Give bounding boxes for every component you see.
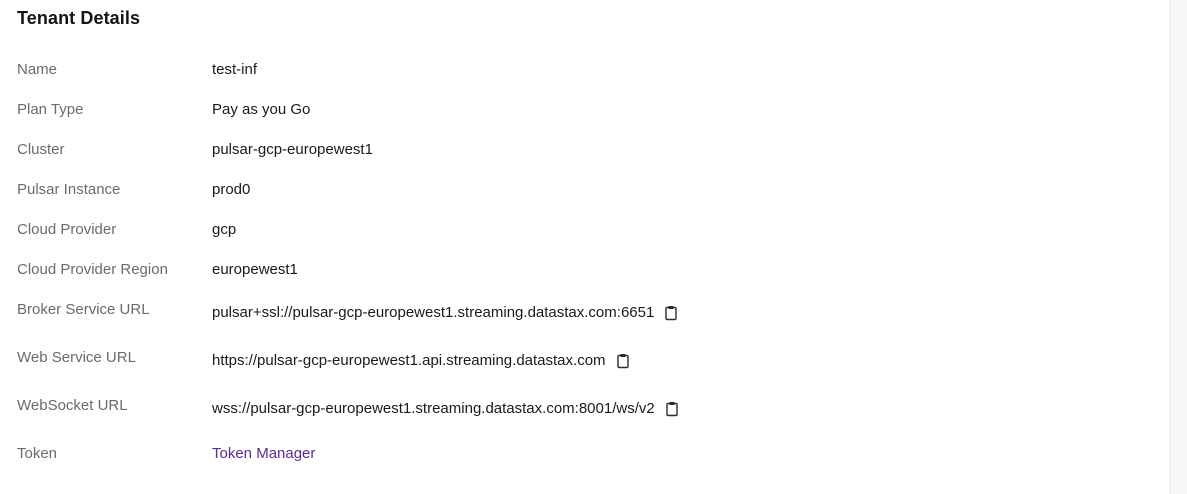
detail-row-websocket-url: WebSocket URL wss://pulsar-gcp-europewes… bbox=[17, 396, 1117, 420]
pulsar-instance-label: Pulsar Instance bbox=[17, 181, 121, 198]
web-service-url-value-group: https://pulsar-gcp-europewest1.api.strea… bbox=[212, 351, 631, 371]
websocket-url-value: wss://pulsar-gcp-europewest1.streaming.d… bbox=[212, 400, 655, 417]
token-value: Token Manager bbox=[212, 444, 315, 464]
broker-service-url-value: pulsar+ssl://pulsar-gcp-europewest1.stre… bbox=[212, 304, 655, 321]
web-service-url-label: Web Service URL bbox=[17, 349, 136, 366]
name-value: test-inf bbox=[212, 61, 258, 78]
cloud-provider-label: Cloud Provider bbox=[17, 221, 117, 238]
plan-type-label: Plan Type bbox=[17, 101, 84, 118]
cloud-provider-region-label: Cloud Provider Region bbox=[17, 261, 168, 278]
name-label: Name bbox=[17, 61, 58, 78]
web-service-url-value: https://pulsar-gcp-europewest1.api.strea… bbox=[212, 352, 606, 369]
detail-row-name: Name test-inf bbox=[17, 60, 1117, 84]
token-label: Token bbox=[17, 445, 58, 462]
detail-row-cluster: Cluster pulsar-gcp-europewest1 bbox=[17, 140, 1117, 164]
detail-row-pulsar-instance: Pulsar Instance prod0 bbox=[17, 180, 1117, 204]
token-manager-link[interactable]: Token Manager bbox=[212, 444, 315, 464]
websocket-url-value-group: wss://pulsar-gcp-europewest1.streaming.d… bbox=[212, 399, 680, 419]
broker-service-url-label: Broker Service URL bbox=[17, 301, 150, 318]
detail-row-web-service-url: Web Service URL https://pulsar-gcp-europ… bbox=[17, 348, 1117, 372]
cluster-value: pulsar-gcp-europewest1 bbox=[212, 141, 373, 158]
detail-row-cloud-provider: Cloud Provider gcp bbox=[17, 220, 1117, 244]
cloud-provider-region-value: europewest1 bbox=[212, 261, 298, 278]
detail-row-broker-service-url: Broker Service URL pulsar+ssl://pulsar-g… bbox=[17, 300, 1117, 324]
cluster-label: Cluster bbox=[17, 141, 65, 158]
section-title: Tenant Details bbox=[17, 8, 141, 28]
broker-service-url-value-group: pulsar+ssl://pulsar-gcp-europewest1.stre… bbox=[212, 303, 679, 323]
cloud-provider-value: gcp bbox=[212, 221, 237, 238]
scrollbar-track[interactable] bbox=[1169, 0, 1187, 494]
pulsar-instance-value: prod0 bbox=[212, 181, 251, 198]
plan-type-value: Pay as you Go bbox=[212, 101, 311, 118]
clipboard-icon[interactable] bbox=[664, 401, 680, 417]
clipboard-icon[interactable] bbox=[615, 353, 631, 369]
websocket-url-label: WebSocket URL bbox=[17, 397, 128, 414]
detail-row-cloud-provider-region: Cloud Provider Region europewest1 bbox=[17, 260, 1117, 284]
tenant-details-panel: Tenant Details Name test-inf Plan Type P… bbox=[0, 0, 1170, 494]
detail-row-plan-type: Plan Type Pay as you Go bbox=[17, 100, 1117, 124]
detail-row-token: Token Token Manager bbox=[17, 444, 1117, 468]
clipboard-icon[interactable] bbox=[663, 305, 679, 321]
